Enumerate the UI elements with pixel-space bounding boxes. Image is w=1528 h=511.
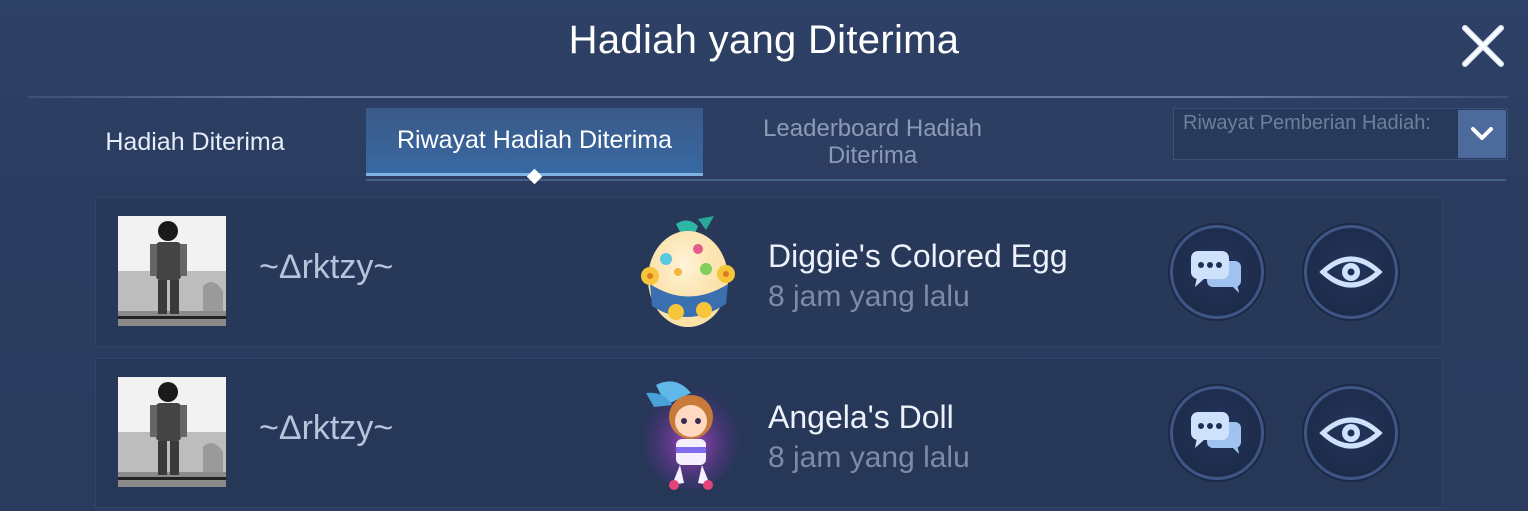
tab-hadiah-diterima[interactable]: Hadiah Diterima — [70, 108, 320, 176]
dropdown-toggle-button[interactable] — [1458, 110, 1506, 158]
avatar-image — [118, 377, 226, 487]
sender-username: ~Δrktzy~ — [259, 409, 394, 447]
tab-leaderboard-hadiah-diterima[interactable]: Leaderboard Hadiah Diterima — [720, 108, 1025, 176]
tab-riwayat-hadiah-diterima[interactable]: Riwayat Hadiah Diterima — [366, 108, 703, 176]
gift-time: 8 jam yang lalu — [768, 280, 970, 313]
view-button[interactable] — [1304, 386, 1398, 480]
chevron-down-icon — [1471, 127, 1493, 140]
gift-row: ~Δrktzy~ — [95, 358, 1443, 508]
chat-button[interactable] — [1170, 225, 1264, 319]
chat-icon — [1191, 251, 1241, 293]
chat-button[interactable] — [1170, 386, 1264, 480]
doll-icon — [636, 375, 741, 493]
close-icon — [1462, 25, 1504, 67]
colored-egg-icon — [636, 214, 741, 332]
view-button[interactable] — [1304, 225, 1398, 319]
dropdown-label: Riwayat Pemberian Hadiah: — [1183, 112, 1431, 134]
eye-icon — [1319, 417, 1383, 449]
chat-icon — [1191, 412, 1241, 454]
sender-username: ~Δrktzy~ — [259, 248, 394, 286]
gift-name: Diggie's Colored Egg — [768, 238, 1068, 274]
header-divider — [28, 96, 1508, 98]
eye-icon — [1319, 256, 1383, 288]
page-title: Hadiah yang Diterima — [568, 18, 960, 62]
avatar[interactable] — [118, 377, 226, 487]
close-button[interactable] — [1455, 18, 1511, 74]
avatar-image — [118, 216, 226, 326]
avatar[interactable] — [118, 216, 226, 326]
tab-label: Riwayat Hadiah Diterima — [396, 126, 673, 154]
gift-history-panel: Hadiah yang Diterima Hadiah Diterima Riw… — [0, 0, 1528, 511]
tab-label: Leaderboard Hadiah Diterima — [763, 115, 982, 169]
gift-row: ~Δrktzy~ — [95, 197, 1443, 347]
gift-name: Angela's Doll — [768, 399, 954, 435]
tab-label: Hadiah Diterima — [105, 127, 285, 156]
gift-time: 8 jam yang lalu — [768, 441, 970, 474]
